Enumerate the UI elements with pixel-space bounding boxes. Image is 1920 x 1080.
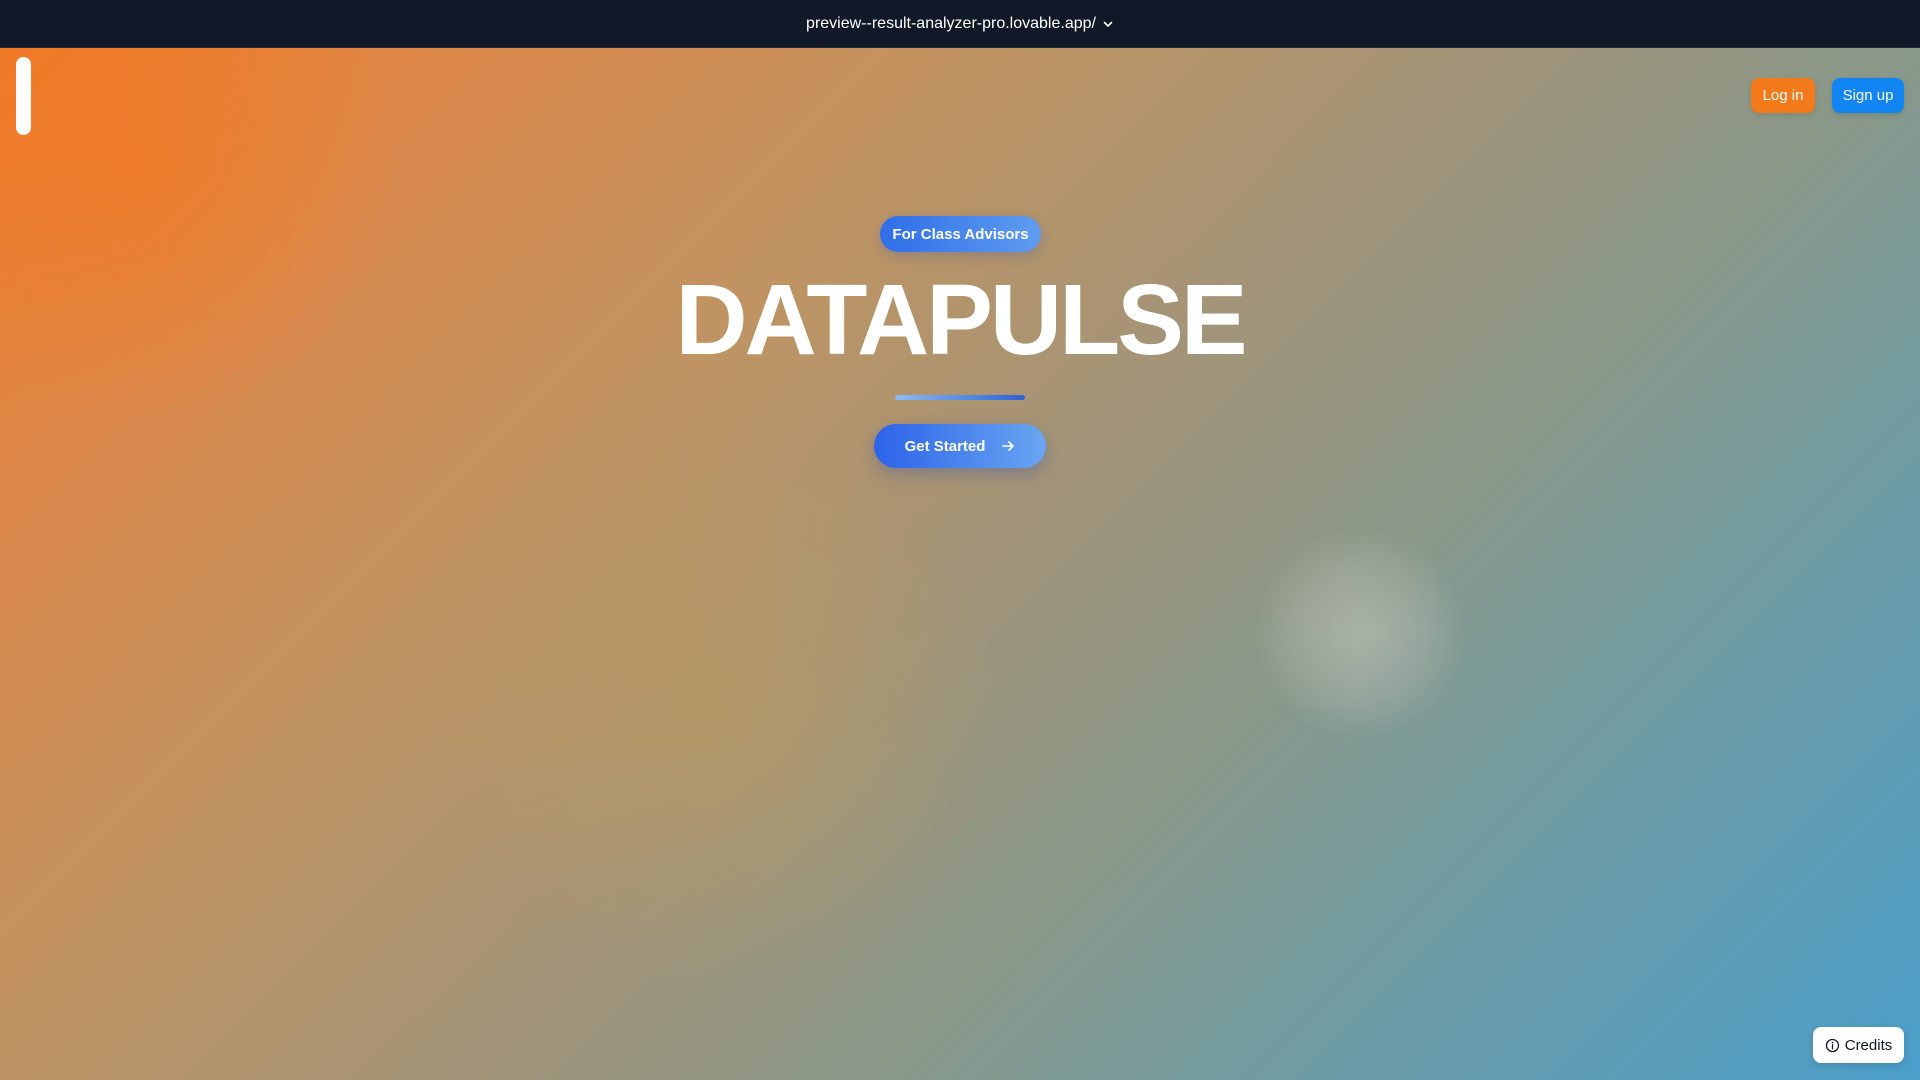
get-started-label: Get Started — [904, 437, 986, 455]
url-text: preview--result-analyzer-pro.lovable.app… — [806, 14, 1096, 32]
background-glow — [0, 48, 400, 428]
arrow-right-icon — [1001, 439, 1015, 453]
decorative-blob — [1255, 528, 1465, 738]
chevron-down-icon — [1102, 18, 1114, 30]
login-button[interactable]: Log in — [1751, 78, 1815, 113]
credits-button[interactable]: Credits — [1813, 1027, 1904, 1063]
page-title: DATAPULSE — [675, 264, 1247, 376]
signup-button[interactable]: Sign up — [1832, 78, 1904, 113]
browser-address-bar: preview--result-analyzer-pro.lovable.app… — [0, 0, 1920, 48]
get-started-button[interactable]: Get Started — [874, 424, 1046, 468]
hero-section: Log in Sign up For Class Advisors DATAPU… — [0, 48, 1920, 1080]
audience-badge: For Class Advisors — [880, 216, 1041, 252]
side-panel-handle[interactable] — [16, 57, 31, 135]
info-icon — [1825, 1038, 1840, 1053]
url-dropdown[interactable]: preview--result-analyzer-pro.lovable.app… — [806, 15, 1114, 33]
credits-label: Credits — [1844, 1036, 1893, 1054]
background-glow — [440, 428, 1000, 988]
title-divider — [895, 395, 1025, 400]
